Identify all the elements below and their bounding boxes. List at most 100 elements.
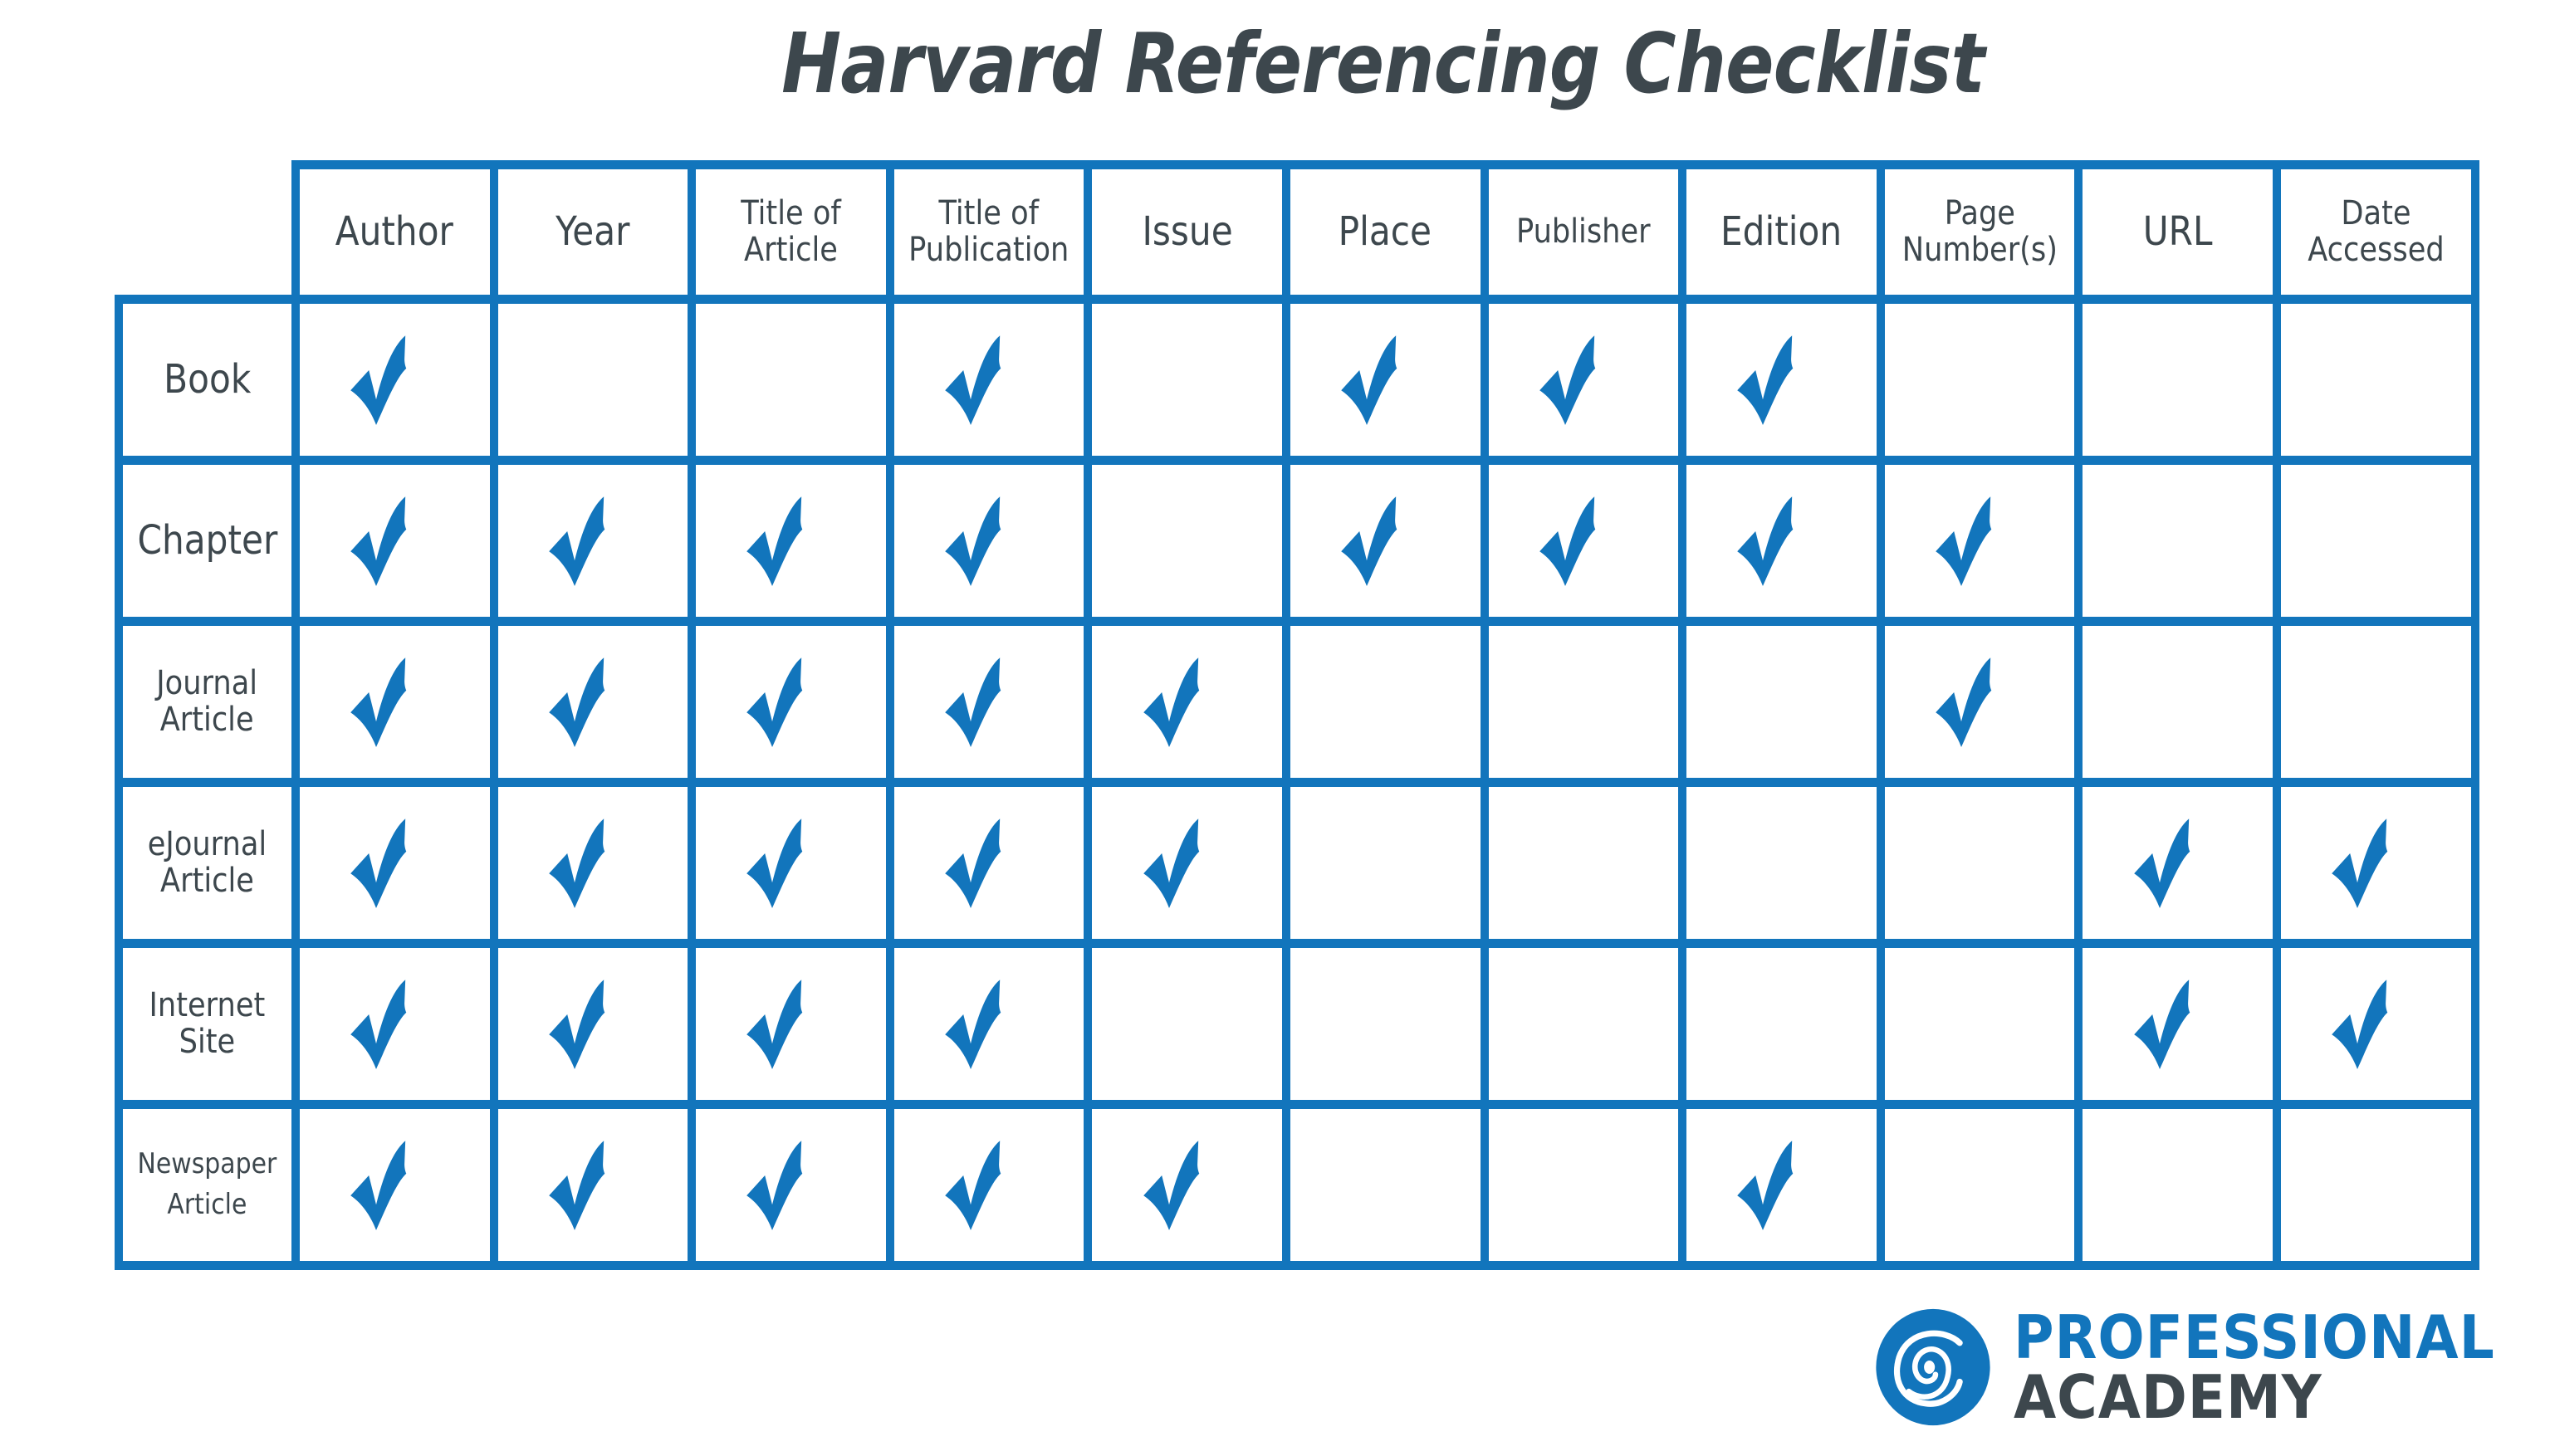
grid-line-vertical	[115, 294, 123, 1270]
checklist-cell	[2078, 299, 2277, 460]
check-mark-icon	[1538, 495, 1629, 586]
checklist-cell	[889, 299, 1089, 460]
row-header-label: Journal Article	[156, 664, 258, 739]
row-header: Chapter	[119, 460, 296, 621]
checklist-cell	[2078, 621, 2277, 782]
checklist-cell	[1088, 299, 1286, 460]
grid-line-vertical	[1282, 159, 1290, 1270]
checklist-cell	[692, 621, 890, 782]
checklist-cell	[1484, 1104, 1683, 1265]
row-header: Book	[119, 299, 296, 460]
checklist-cell	[493, 621, 693, 782]
checklist-cell	[692, 1104, 890, 1265]
checklist-cell	[2277, 782, 2475, 943]
checklist-cell	[1484, 299, 1683, 460]
checklist-cell	[2078, 1104, 2277, 1265]
check-mark-icon	[1142, 817, 1233, 908]
grid-line-horizontal	[115, 777, 2479, 787]
spiral-logo-icon	[1872, 1307, 1994, 1428]
check-mark-icon	[1142, 656, 1233, 747]
check-mark-icon	[745, 817, 836, 908]
professional-academy-logo: PROFESSIONAL ACADEMY	[1872, 1307, 2537, 1428]
grid-line-horizontal	[291, 159, 2479, 169]
check-mark-icon	[943, 1139, 1035, 1230]
check-mark-icon	[745, 656, 836, 747]
checklist-cell	[1880, 460, 2079, 621]
checklist-cell	[2078, 782, 2277, 943]
logo-line-1: PROFESSIONAL	[2014, 1302, 2495, 1372]
checklist-cell	[1880, 782, 2079, 943]
check-mark-icon	[745, 1139, 836, 1230]
grid-line-vertical	[688, 159, 697, 1270]
checklist-cell	[1484, 460, 1683, 621]
grid-line-vertical	[2273, 159, 2281, 1270]
column-header: Page Number(s)	[1880, 164, 2079, 299]
checklist-cell	[1484, 782, 1683, 943]
check-mark-icon	[547, 978, 639, 1069]
check-mark-icon	[745, 495, 836, 586]
check-mark-icon	[2132, 978, 2224, 1069]
checklist-cell	[1286, 1104, 1485, 1265]
grid-line-horizontal	[115, 616, 2479, 626]
check-mark-icon	[547, 495, 639, 586]
check-mark-icon	[1538, 334, 1629, 425]
checklist-cell	[1682, 782, 1881, 943]
check-mark-icon	[2330, 978, 2421, 1069]
checklist-cell	[2078, 460, 2277, 621]
check-mark-icon	[349, 334, 440, 425]
logo-line-2: ACADEMY	[2014, 1362, 2322, 1432]
column-header-label: Place	[1339, 208, 1432, 255]
row-header-label: Newspaper Article	[137, 1146, 277, 1221]
checklist-cell	[296, 460, 494, 621]
checklist-cell	[1286, 621, 1485, 782]
column-header-label: Year	[556, 208, 630, 255]
column-header-label: URL	[2142, 208, 2213, 255]
row-header: Internet Site	[119, 943, 296, 1104]
check-mark-icon	[547, 817, 639, 908]
checklist-cell	[296, 1104, 494, 1265]
check-mark-icon	[1735, 1139, 1827, 1230]
row-header-label: eJournal Article	[147, 825, 267, 900]
grid-line-horizontal	[115, 938, 2479, 948]
checklist-cell	[889, 460, 1089, 621]
checklist-cell	[493, 1104, 693, 1265]
column-header: Publisher	[1484, 164, 1683, 299]
column-header: Issue	[1088, 164, 1286, 299]
checklist-cell	[692, 943, 890, 1104]
check-mark-icon	[547, 1139, 639, 1230]
checklist-cell	[493, 943, 693, 1104]
column-header: Author	[296, 164, 494, 299]
column-header-label: Publisher	[1516, 213, 1651, 251]
check-mark-icon	[349, 978, 440, 1069]
checklist-cell	[1682, 943, 1881, 1104]
check-mark-icon	[1735, 495, 1827, 586]
column-header: Date Accessed	[2277, 164, 2475, 299]
checklist-cell	[296, 782, 494, 943]
column-header-label: Title of Article	[741, 194, 841, 269]
checklist-cell	[1286, 943, 1485, 1104]
check-mark-icon	[1142, 1139, 1233, 1230]
check-mark-icon	[1339, 495, 1431, 586]
checklist-cell	[1880, 943, 2079, 1104]
checklist-cell	[889, 1104, 1089, 1265]
column-header-label: Issue	[1142, 208, 1233, 255]
checklist-cell	[2277, 1104, 2475, 1265]
checklist-cell	[2078, 943, 2277, 1104]
checklist-cell	[1088, 621, 1286, 782]
checklist-cell	[1880, 299, 2079, 460]
checklist-cell	[692, 782, 890, 943]
check-mark-icon	[1934, 656, 2025, 747]
grid-line-vertical	[2470, 159, 2479, 1270]
check-mark-icon	[349, 817, 440, 908]
check-mark-icon	[943, 817, 1035, 908]
check-mark-icon	[943, 656, 1035, 747]
checklist-cell	[1682, 1104, 1881, 1265]
check-mark-icon	[1934, 495, 2025, 586]
grid-line-vertical	[489, 159, 498, 1270]
grid-line-vertical	[1876, 159, 1885, 1270]
checklist-cell	[493, 460, 693, 621]
grid-line-vertical	[291, 159, 300, 1270]
checklist-cell	[1682, 460, 1881, 621]
check-mark-icon	[1339, 334, 1431, 425]
checklist-cell	[493, 782, 693, 943]
